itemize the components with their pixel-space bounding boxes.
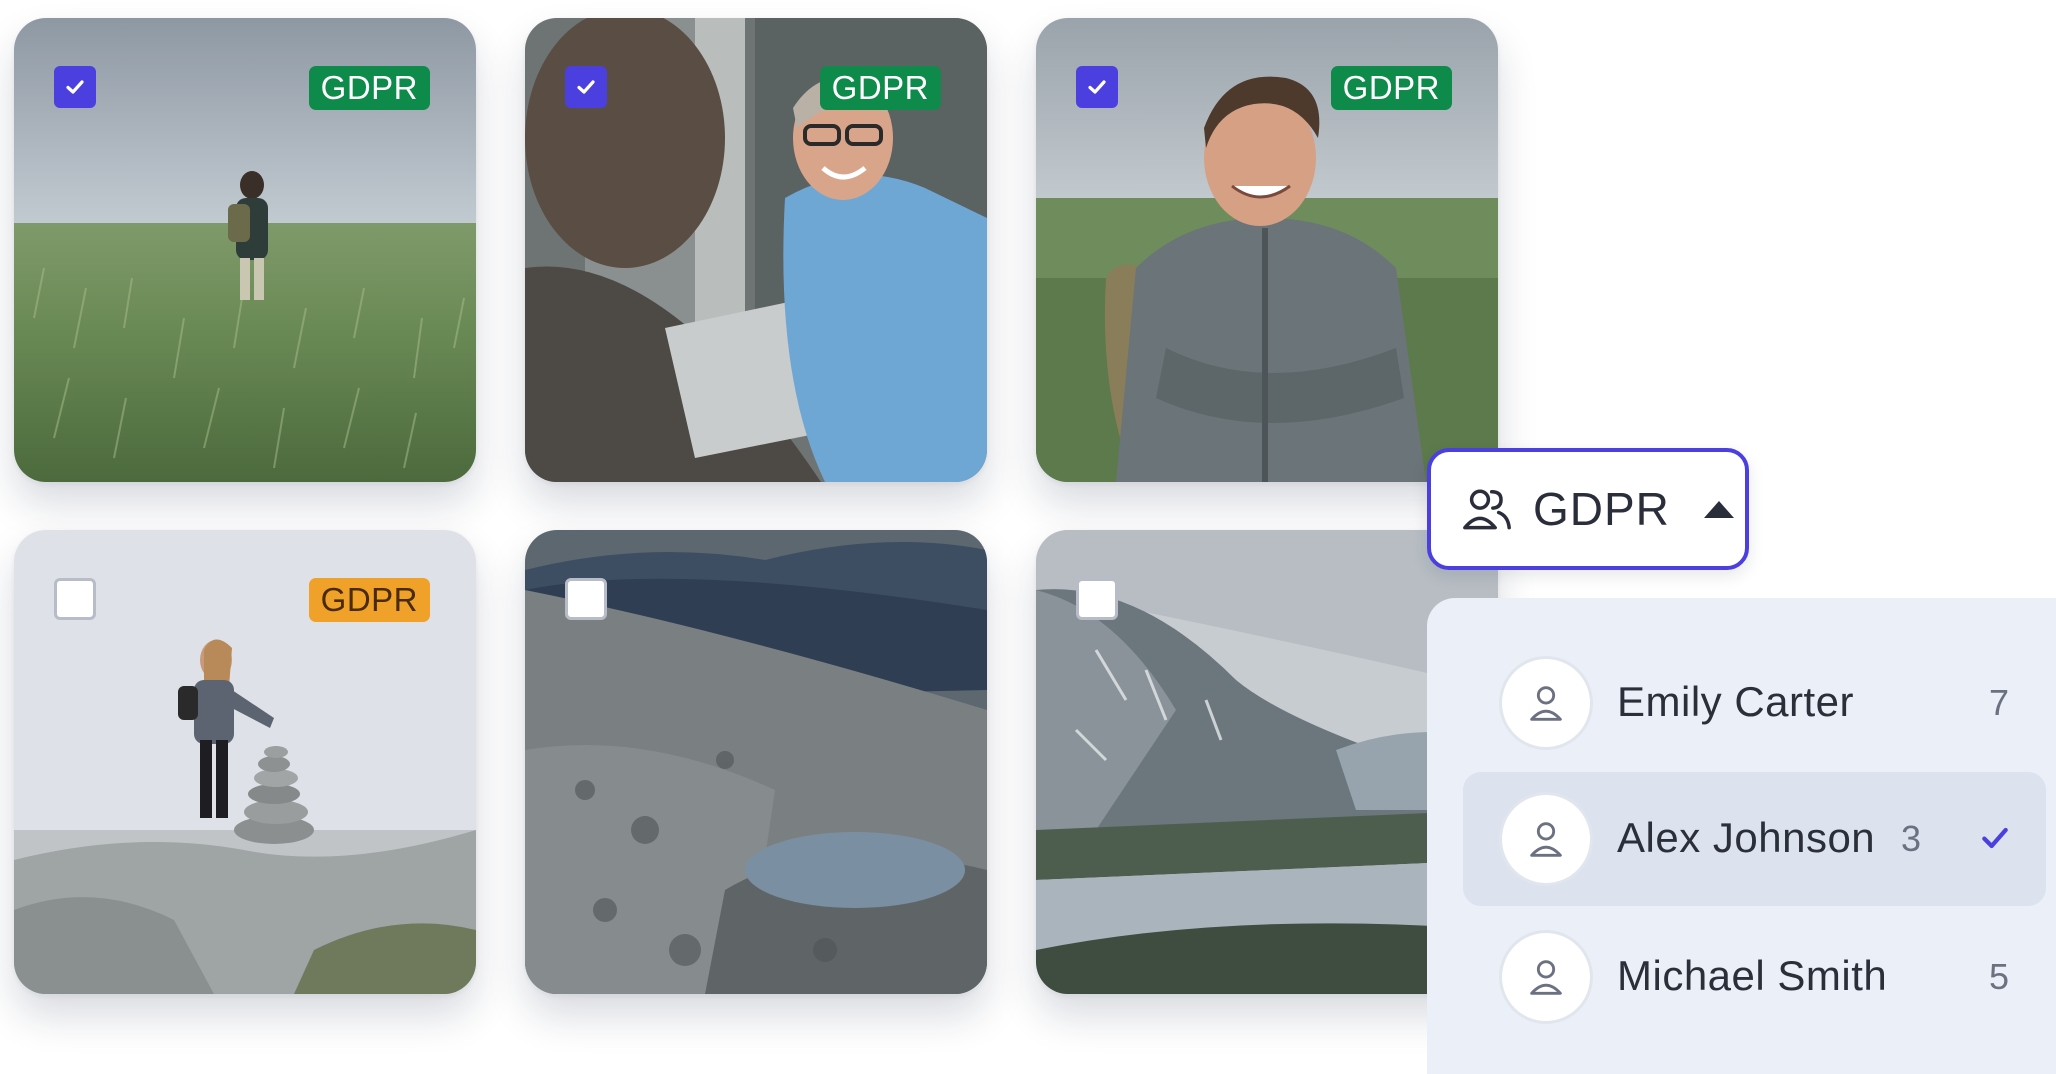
select-checkbox[interactable] xyxy=(54,66,96,108)
gdpr-badge: GDPR xyxy=(1330,66,1452,110)
photo-tile[interactable] xyxy=(525,530,987,994)
gdpr-filter-button[interactable]: GDPR xyxy=(1427,448,1749,570)
user-icon xyxy=(1530,686,1562,721)
photo-tile[interactable]: GDPR xyxy=(14,530,476,994)
gdpr-badge: GDPR xyxy=(308,578,430,622)
photo-count: 7 xyxy=(1989,682,2010,723)
dropdown-item-emily-carter[interactable]: Emily Carter 7 xyxy=(1463,636,2046,770)
checkmark-icon xyxy=(66,80,84,94)
person-name: Michael Smith xyxy=(1617,952,1888,999)
select-checkbox[interactable] xyxy=(1076,66,1118,108)
select-checkbox[interactable] xyxy=(565,578,607,620)
checkmark-icon xyxy=(577,80,595,94)
gdpr-badge: GDPR xyxy=(819,66,941,110)
select-checkbox[interactable] xyxy=(565,66,607,108)
photo-tile[interactable]: GDPR xyxy=(525,18,987,482)
user-icon xyxy=(1530,822,1562,857)
dropdown-item-michael-smith[interactable]: Michael Smith 5 xyxy=(1463,910,2046,1044)
people-icon xyxy=(1463,489,1511,530)
caret-up-icon xyxy=(1703,501,1734,518)
avatar xyxy=(1499,656,1593,750)
photo-count: 5 xyxy=(1989,956,2010,997)
person-name: Alex Johnson xyxy=(1617,814,1876,861)
photo-tile[interactable]: GDPR xyxy=(1036,18,1498,482)
dropdown-item-alex-johnson[interactable]: Alex Johnson 3 xyxy=(1463,772,2046,906)
person-name: Emily Carter xyxy=(1617,678,1855,725)
gdpr-badge: GDPR xyxy=(308,66,430,110)
filter-label: GDPR xyxy=(1533,483,1670,535)
select-checkbox[interactable] xyxy=(54,578,96,620)
person-filter-dropdown: Emily Carter 7 Alex Johnson 3 Michael Sm… xyxy=(1427,598,2056,1074)
user-icon xyxy=(1530,960,1562,995)
checkmark-icon xyxy=(1088,80,1106,94)
avatar xyxy=(1499,792,1593,886)
select-checkbox[interactable] xyxy=(1076,578,1118,620)
selected-check-icon xyxy=(1982,827,2008,849)
photo-tile[interactable]: GDPR xyxy=(14,18,476,482)
photo-count: 3 xyxy=(1901,818,1922,859)
avatar xyxy=(1499,930,1593,1024)
